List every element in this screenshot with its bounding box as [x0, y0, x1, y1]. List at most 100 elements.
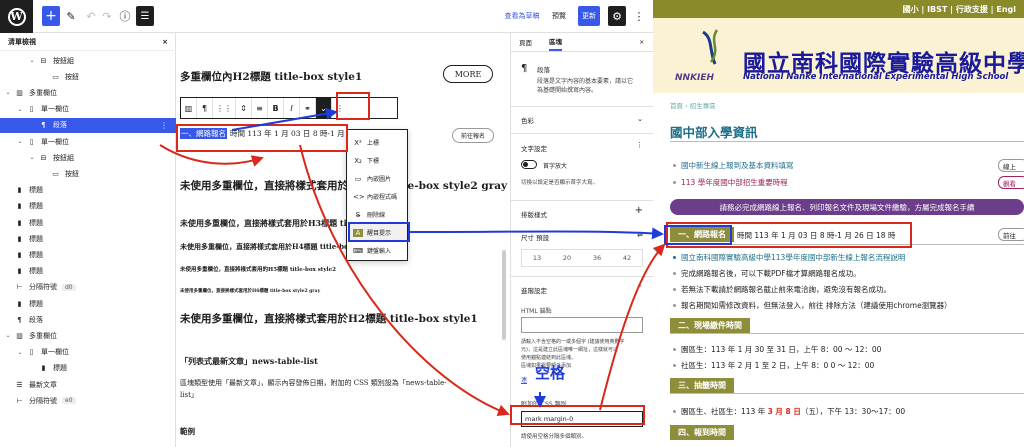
link-icon[interactable]: ⚭ — [300, 98, 316, 118]
list-view-item[interactable]: ¶ 段落 ⋮ — [0, 117, 176, 133]
canvas-example-heading[interactable]: 範例 — [180, 426, 195, 437]
info-icon[interactable]: ⓘ — [118, 6, 132, 26]
format-menu-item[interactable]: ▭ 內嵌圖片 — [349, 170, 407, 187]
tab-block[interactable]: 區塊 — [549, 33, 562, 51]
options-icon[interactable]: ⋮ — [636, 141, 643, 149]
list-view-item[interactable]: ⌄ ⊟ 按鈕組 — [0, 53, 176, 68]
save-draft-button[interactable]: 查看為草稿 — [502, 6, 542, 26]
pencil-icon[interactable]: ✎ — [64, 6, 78, 26]
link-schedule[interactable]: 113 學年度國中部招生重要時程 — [681, 177, 788, 188]
view-button[interactable]: 觀看 — [998, 176, 1024, 189]
list-view-item[interactable]: ▮ 標題 — [0, 361, 176, 376]
list-view-item[interactable]: ▮ 標題 — [0, 247, 176, 262]
lottery-date: 3 月 8 日 — [767, 407, 801, 416]
wordpress-logo[interactable]: W — [0, 0, 33, 33]
font-size-option[interactable]: 20 — [563, 254, 571, 262]
list-view-item[interactable]: ⊢ 分隔符號 d0 — [0, 280, 176, 295]
expand-chevron-icon[interactable]: ⌄ — [4, 89, 12, 96]
list-view-item[interactable]: ▮ 標題 — [0, 183, 176, 198]
align-icon[interactable]: ≡ — [252, 98, 268, 118]
link-registration-form[interactable]: 國中新生線上報到及基本資料填寫 — [681, 160, 794, 171]
list-view-item[interactable]: ▮ 標題 — [0, 296, 176, 311]
list-view-item[interactable]: ▮ 標題 — [0, 231, 176, 246]
list-view-item[interactable]: ⌄ ▯ 單一欄位 — [0, 345, 176, 360]
canvas-h6[interactable]: 未使用多重欄位，直接將樣式套用於H6標題 title-box style2 gr… — [180, 288, 320, 294]
undo-icon[interactable]: ↶ — [84, 6, 98, 26]
dropcap-toggle[interactable] — [521, 160, 537, 169]
advanced-section[interactable]: 進階設定 — [521, 285, 547, 295]
list-view-item-label: 段落 — [29, 315, 43, 324]
options-menu-icon[interactable]: ⋮ — [632, 6, 646, 26]
add-block-button[interactable]: + — [42, 6, 60, 26]
redo-icon[interactable]: ↷ — [100, 6, 114, 26]
chevron-down-icon[interactable]: ⌄ — [637, 115, 643, 123]
tab-page[interactable]: 頁面 — [519, 33, 532, 51]
columns-block-icon[interactable]: ▥ — [181, 98, 197, 118]
update-button[interactable]: 更新 — [578, 6, 600, 26]
signup-button[interactable]: 前往 — [998, 228, 1024, 241]
preview-button[interactable]: 預覽 — [548, 6, 570, 26]
anchor-help-1: 請輸入不含空格的一或多個字 (建議使用英數字 — [521, 339, 625, 345]
expand-chevron-icon[interactable]: ⌄ — [4, 332, 12, 339]
expand-chevron-icon[interactable]: ⌄ — [28, 57, 36, 64]
list-view-item[interactable]: ▮ 標題 — [0, 215, 176, 230]
list-view-item[interactable]: ▮ 標題 — [0, 199, 176, 214]
format-menu-item[interactable]: ⌨ 鍵盤輸入 — [349, 242, 407, 259]
list-view-item[interactable]: ⌄ ▯ 單一欄位 — [0, 134, 176, 149]
list-view-item[interactable]: ▭ 按鈕 — [0, 69, 176, 84]
move-arrows-icon[interactable]: ⇕ — [236, 98, 252, 118]
paragraph-block-icon[interactable]: ¶ — [197, 98, 213, 118]
list-view-item[interactable]: ⌄ ▥ 多重欄位 — [0, 328, 176, 343]
close-icon[interactable]: × — [639, 33, 644, 51]
more-formats-chevron-icon[interactable]: ⌄ — [316, 98, 332, 118]
color-section[interactable]: 色彩 — [521, 115, 534, 125]
format-menu-item[interactable]: X² 上標 — [349, 134, 407, 151]
typography-section[interactable]: 文字設定 — [521, 143, 547, 153]
learn-more-link[interactable]: 連 — [521, 375, 527, 384]
settings-gear-icon[interactable]: ⚙ — [608, 6, 626, 26]
canvas-list-desc-2[interactable]: list」 — [180, 390, 198, 400]
list-view-item[interactable]: ⌄ ▯ 單一欄位 — [0, 102, 176, 117]
canvas-h2-title[interactable]: 多重欄位內H2標題 title-box style1 — [180, 69, 362, 84]
list-view-item[interactable]: ⌄ ▥ 多重欄位 — [0, 85, 176, 100]
list-view-item[interactable]: ⊢ 分隔符號 e0 — [0, 393, 176, 408]
sliders-icon[interactable]: ⇌ — [637, 231, 643, 239]
more-button[interactable]: MORE — [443, 65, 493, 83]
canvas-scrollbar[interactable] — [502, 250, 506, 340]
font-size-option[interactable]: 42 — [623, 254, 631, 262]
format-menu-item[interactable]: S̶ 刪除線 — [349, 206, 407, 223]
chevron-up-icon[interactable]: ⌃ — [637, 284, 643, 292]
close-icon[interactable]: × — [162, 38, 168, 46]
expand-chevron-icon[interactable]: ⌄ — [28, 154, 36, 161]
drag-handle-icon[interactable]: ⋮⋮ — [213, 98, 236, 118]
layout-section[interactable]: 排版樣式 — [521, 209, 547, 219]
font-size-option[interactable]: 13 — [533, 254, 541, 262]
expand-chevron-icon[interactable]: ⌄ — [16, 138, 24, 145]
site-top-nav[interactable]: 國小 | IBST | 行政支援 | Engl — [653, 0, 1024, 18]
signup-process-link[interactable]: 國立南科國際實驗高級中學113學年度國中部新生線上報名流程說明 — [681, 252, 905, 263]
expand-chevron-icon[interactable]: ⌄ — [16, 106, 24, 113]
list-view-item[interactable]: ▭ 按鈕 — [0, 166, 176, 181]
online-button[interactable]: 線上 — [998, 159, 1024, 172]
font-size-option[interactable]: 36 — [593, 254, 601, 262]
list-view-item[interactable]: ▮ 標題 — [0, 264, 176, 279]
canvas-h5[interactable]: 未使用多重欄位，直接將樣式套用的H5標題 title-box style2 — [180, 265, 336, 273]
canvas-list-heading[interactable]: 「列表式最新文章」news-table-list — [180, 356, 318, 367]
canvas-h2-style1[interactable]: 未使用多重欄位，直接將樣式套用於H2標題 title-box style1 — [180, 311, 478, 326]
signup-button[interactable]: 前往報名 — [452, 128, 494, 143]
italic-icon[interactable]: I — [284, 98, 300, 118]
plus-icon[interactable]: + — [635, 205, 643, 216]
list-view-item[interactable]: ¶ 段落 — [0, 312, 176, 327]
item-options-icon[interactable]: ⋮ — [160, 121, 168, 130]
canvas-list-desc-1[interactable]: 區塊類型使用「最新文章」，顯示內容發佈日期，附加的 CSS 類別設為「news-… — [180, 378, 447, 388]
format-menu-item[interactable]: <> 內嵌程式碼 — [349, 188, 407, 205]
canvas-h2-gray-line1[interactable]: 未使用多重欄位，直接將樣式套用於H2標題 title-box style2 gr… — [180, 178, 507, 193]
breadcrumb[interactable]: 首頁 › 招生專區 — [670, 100, 716, 110]
format-menu-item[interactable]: X₂ 下標 — [349, 152, 407, 169]
html-anchor-input[interactable] — [521, 317, 643, 333]
list-view-button[interactable]: ☰ — [136, 6, 154, 26]
bold-icon[interactable]: B — [268, 98, 284, 118]
expand-chevron-icon[interactable]: ⌄ — [16, 349, 24, 356]
list-view-item[interactable]: ☰ 最新文章 — [0, 377, 176, 392]
list-view-item[interactable]: ⌄ ⊟ 按鈕組 — [0, 150, 176, 165]
